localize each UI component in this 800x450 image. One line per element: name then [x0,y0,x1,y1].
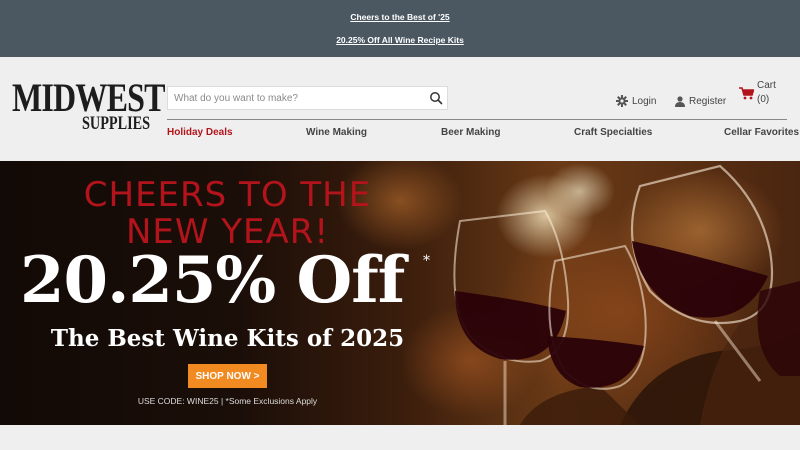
register-label: Register [689,95,727,107]
shop-now-button[interactable]: SHOP NOW > [188,364,267,388]
logo-wordmark: MIDWEST [12,75,165,120]
cart-button[interactable]: Cart (0) [739,79,789,109]
nav-holiday-deals[interactable]: Holiday Deals [167,127,233,138]
gear-icon [616,95,628,107]
login-link[interactable]: Login [616,94,656,108]
hero-fine-print: USE CODE: WINE25 | *Some Exclusions Appl… [137,396,318,406]
hero-headline-line1: CHEERS TO THE [83,175,372,215]
login-label: Login [632,95,657,107]
search-input[interactable] [168,87,418,109]
search-icon[interactable] [429,91,443,105]
hero-subtitle: The Best Wine Kits of 2025 [50,325,405,352]
nav-wine-making[interactable]: Wine Making [306,127,367,138]
hero-banner[interactable]: CHEERS TO THE NEW YEAR! 20.25% Off * The… [0,161,800,425]
user-icon [675,95,685,107]
hero-asterisk: * [423,253,430,269]
site-header: MIDWEST SUPPLIES Login Register Cart (0) [0,57,800,161]
register-link[interactable]: Register [675,94,726,108]
logo-subtext: SUPPLIES [82,113,151,134]
hero-discount: 20.25% Off [20,243,405,318]
promo-bar: Cheers to the Best of '25 20.25% Off All… [0,0,800,57]
promo-link-wine-kits[interactable]: 20.25% Off All Wine Recipe Kits [0,35,800,45]
page-content-area [0,425,800,450]
search-bar [167,86,448,110]
nav-divider [167,119,787,120]
nav-craft-specialties[interactable]: Craft Specialties [574,127,652,138]
cart-count: (0) [757,94,770,105]
cart-label: Cart [757,80,776,91]
midwest-supplies-logo[interactable]: MIDWEST SUPPLIES [12,78,165,136]
nav-cellar-favorites[interactable]: Cellar Favorites [724,127,799,138]
nav-beer-making[interactable]: Beer Making [441,127,500,138]
promo-link-cheers[interactable]: Cheers to the Best of '25 [0,12,800,22]
cart-icon [739,87,754,100]
